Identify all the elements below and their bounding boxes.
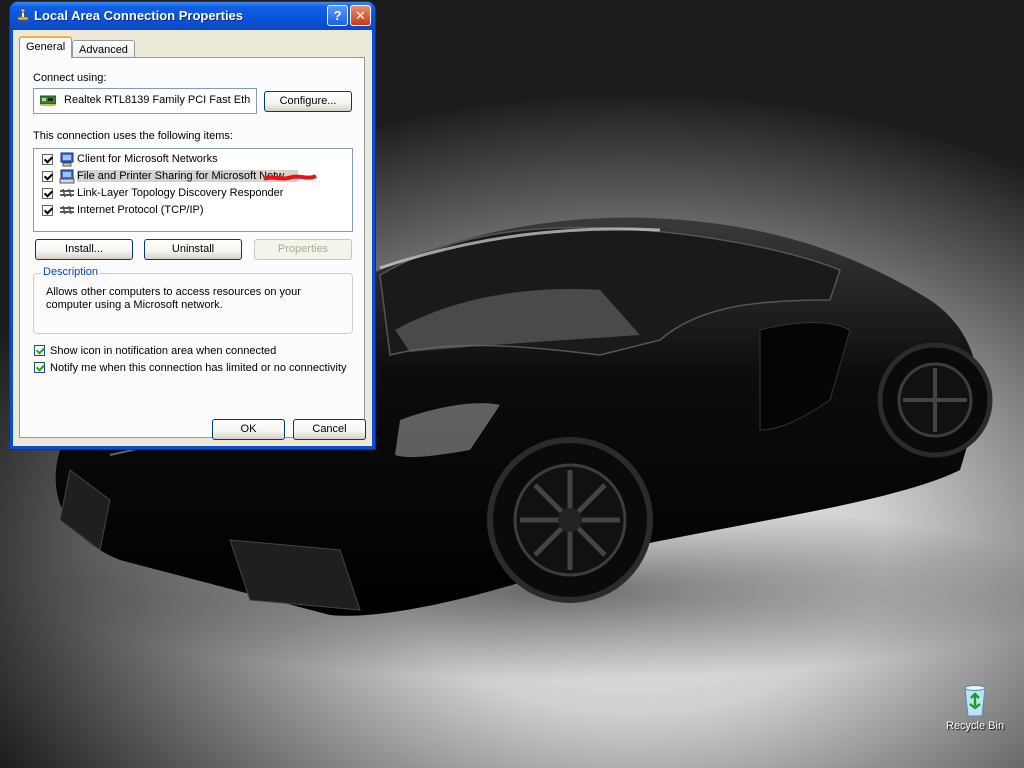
item-label: Internet Protocol (TCP/IP) [77,204,204,216]
item-checkbox[interactable] [42,154,53,165]
red-redaction-mark [263,174,317,181]
recycle-bin-label: Recycle Bin [946,720,1005,732]
network-client-icon [60,152,74,167]
close-button[interactable]: ✕ [350,5,371,26]
title-bar[interactable]: Local Area Connection Properties ? ✕ [10,2,375,30]
show-icon-checkbox[interactable] [34,345,45,356]
cancel-button[interactable]: Cancel [293,419,366,440]
items-label: This connection uses the following items… [33,130,233,142]
connect-using-label: Connect using: [33,72,107,84]
network-connection-icon [17,8,29,21]
description-title: Description [41,266,101,278]
window-title: Local Area Connection Properties [34,8,244,23]
show-icon-label: Show icon in notification area when conn… [50,345,277,357]
description-text: Allows other computers to access resourc… [46,286,301,311]
file-printer-sharing-icon [59,169,75,184]
list-item[interactable]: Link-Layer Topology Discovery Responder [34,185,352,202]
tab-general[interactable]: General [19,36,73,58]
connection-items-list[interactable]: Client for Microsoft Networks File and P… [33,148,353,232]
network-card-icon [40,95,56,106]
list-item[interactable]: File and Printer Sharing for Microsoft N… [34,168,352,185]
item-checkbox[interactable] [42,171,53,182]
uninstall-button[interactable]: Uninstall [144,239,242,260]
notify-checkbox[interactable] [34,362,45,373]
general-tab-panel: Connect using: Realtek RTL8139 Family PC… [19,57,365,438]
item-label: Client for Microsoft Networks [77,153,218,165]
item-label: Link-Layer Topology Discovery Responder [77,187,284,199]
ok-button[interactable]: OK [212,419,285,440]
list-item[interactable]: Client for Microsoft Networks [34,151,352,168]
help-button[interactable]: ? [327,5,348,26]
properties-button[interactable]: Properties [254,239,352,260]
notify-label: Notify me when this connection has limit… [50,362,347,374]
list-item[interactable]: Internet Protocol (TCP/IP) [34,202,352,219]
configure-button[interactable]: Configure... [264,91,352,112]
protocol-icon [60,188,74,198]
recycle-bin-shortcut[interactable]: Recycle Bin [946,684,1004,732]
properties-window: Local Area Connection Properties ? ✕ Gen… [10,2,375,449]
install-button[interactable]: Install... [35,239,133,260]
recycle-bin-icon [964,685,986,717]
protocol-icon [60,205,74,215]
item-checkbox[interactable] [42,205,53,216]
dialog-client-area: General Advanced Connect using: Realtek … [13,30,372,446]
item-checkbox[interactable] [42,188,53,199]
adapter-field: Realtek RTL8139 Family PCI Fast Eth [33,88,257,114]
description-groupbox: Description Allows other computers to ac… [33,266,353,334]
adapter-name: Realtek RTL8139 Family PCI Fast Eth [64,94,251,106]
